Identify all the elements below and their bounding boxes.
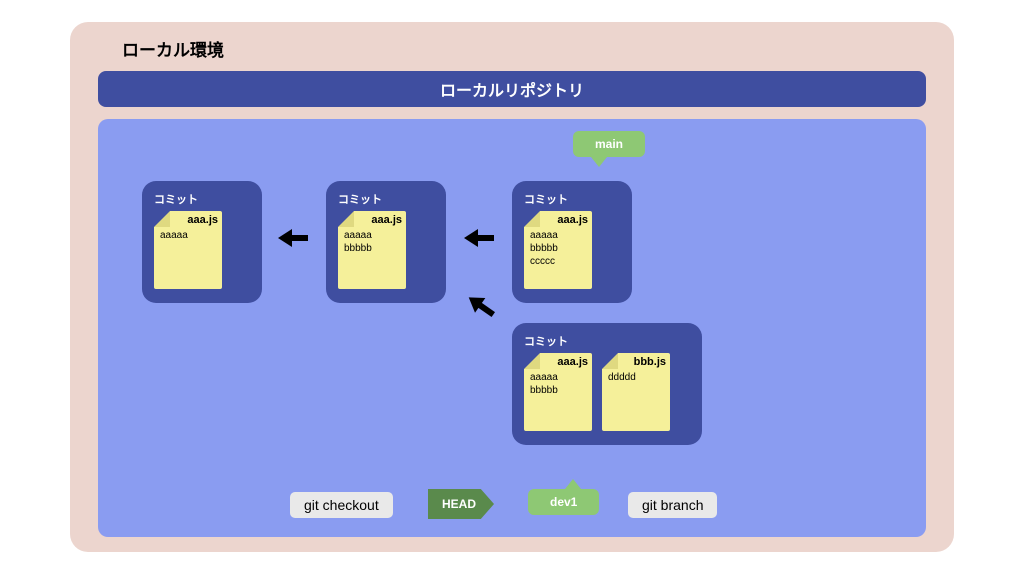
arrow-icon	[465, 292, 498, 321]
commit-card-3: コミット aaa.js aaaaa bbbbb ccccc	[512, 181, 632, 303]
file-name: aaa.js	[371, 213, 402, 227]
cmd-git-branch: git branch	[628, 492, 717, 518]
local-env-title: ローカル環境	[122, 36, 936, 61]
commit-label: コミット	[524, 333, 690, 349]
file-card: aaa.js aaaaa bbbbb	[338, 211, 406, 289]
commit-label: コミット	[524, 191, 620, 207]
commit-card-2: コミット aaa.js aaaaa bbbbb	[326, 181, 446, 303]
branch-tag-main: main	[573, 131, 645, 157]
local-repo-title: ローカルリポジトリ	[98, 71, 926, 107]
file-name: bbb.js	[634, 355, 666, 369]
file-card: bbb.js ddddd	[602, 353, 670, 431]
arrow-icon	[278, 231, 308, 245]
file-name: aaa.js	[557, 213, 588, 227]
file-body: aaaaa bbbbb	[344, 230, 372, 254]
file-body: aaaaa bbbbb	[530, 372, 558, 396]
file-body: aaaaa	[160, 230, 188, 241]
repo-canvas: main コミット aaa.js aaaaa コミット aaa.js aaaaa…	[98, 119, 926, 537]
file-card: aaa.js aaaaa	[154, 211, 222, 289]
commit-label: コミット	[338, 191, 434, 207]
file-name: aaa.js	[187, 213, 218, 227]
commit-card-1: コミット aaa.js aaaaa	[142, 181, 262, 303]
branch-tag-dev1: dev1	[528, 489, 599, 515]
file-body: aaaaa bbbbb ccccc	[530, 230, 558, 267]
file-card: aaa.js aaaaa bbbbb	[524, 353, 592, 431]
file-body: ddddd	[608, 372, 636, 383]
file-card: aaa.js aaaaa bbbbb ccccc	[524, 211, 592, 289]
file-name: aaa.js	[557, 355, 588, 369]
arrow-icon	[464, 231, 494, 245]
local-env-panel: ローカル環境 ローカルリポジトリ main コミット aaa.js aaaaa …	[70, 22, 954, 552]
cmd-git-checkout: git checkout	[290, 492, 393, 518]
commit-label: コミット	[154, 191, 250, 207]
head-pointer: HEAD	[428, 489, 494, 519]
commit-card-4: コミット aaa.js aaaaa bbbbb bbb.js ddddd	[512, 323, 702, 445]
